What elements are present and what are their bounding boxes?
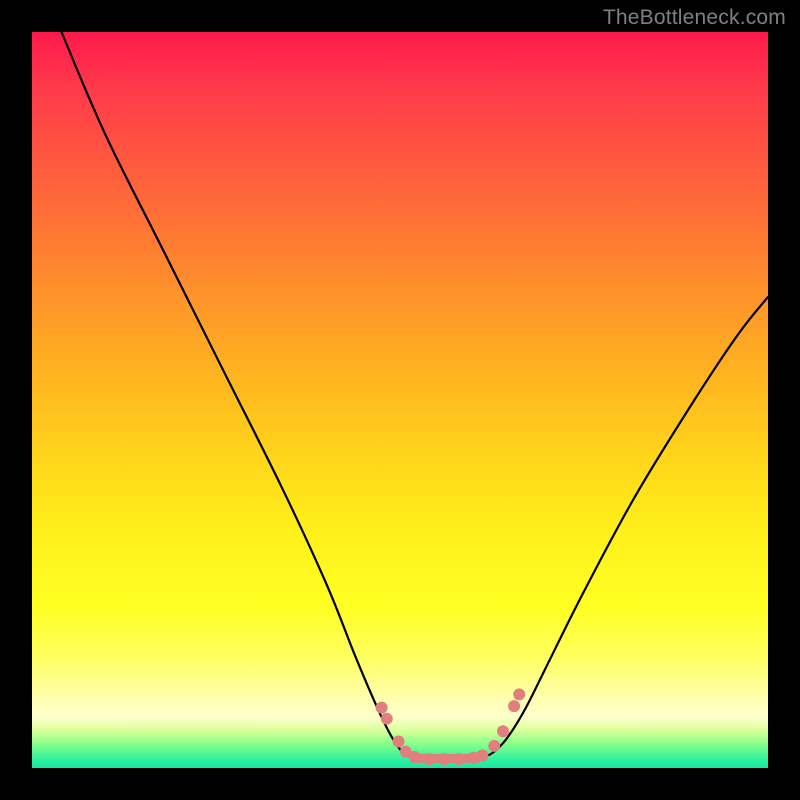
watermark-text: TheBottleneck.com	[603, 6, 786, 30]
curve-left	[61, 32, 411, 757]
highlight-dot	[400, 746, 412, 758]
highlight-dot	[488, 740, 500, 752]
highlight-dot	[376, 702, 388, 714]
plot-area	[32, 32, 768, 768]
highlight-dot	[453, 753, 465, 765]
curve-floor	[411, 757, 481, 759]
highlight-dot	[468, 752, 480, 764]
highlight-dot	[508, 700, 520, 712]
curve-right	[481, 297, 768, 757]
highlight-dot	[381, 713, 393, 725]
highlight-dot	[513, 688, 525, 700]
highlight-dot	[393, 736, 405, 748]
highlight-dot	[423, 753, 435, 765]
chart-svg	[32, 32, 768, 768]
highlight-dot	[497, 725, 509, 737]
highlight-dot	[438, 753, 450, 765]
highlight-dot	[476, 749, 488, 761]
highlight-dot	[409, 751, 421, 763]
floor-bar	[411, 754, 481, 763]
highlight-dots	[376, 688, 526, 765]
chart-frame: TheBottleneck.com	[0, 0, 800, 800]
